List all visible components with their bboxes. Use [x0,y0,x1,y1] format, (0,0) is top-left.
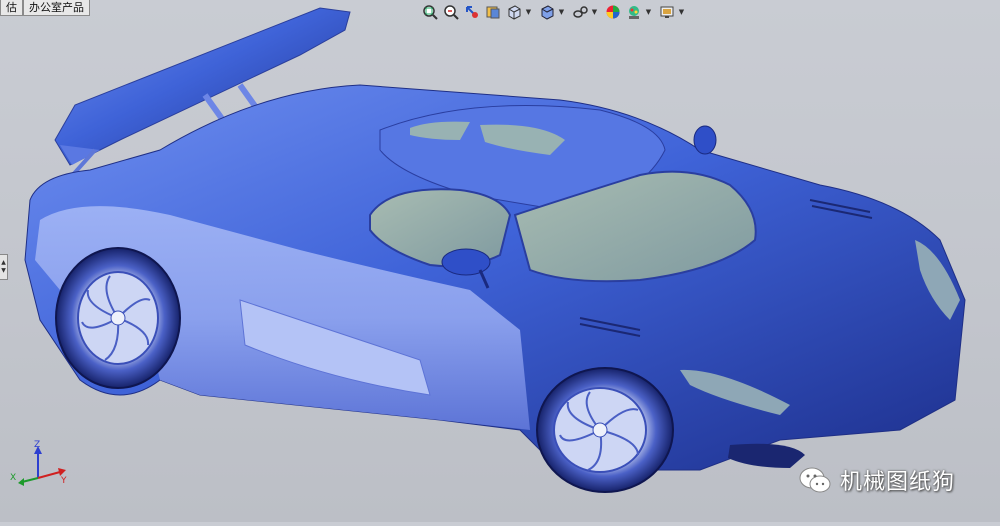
edit-appearance-icon[interactable] [603,3,622,22]
watermark-text: 机械图纸狗 [840,470,956,495]
chevron-up-icon: ▲ [1,259,6,266]
hide-show-items-icon[interactable] [570,3,589,22]
rear-wheel [55,247,181,389]
display-style-dropdown[interactable]: ▼ [558,3,565,22]
apply-scene-dropdown[interactable]: ▼ [645,3,652,22]
previous-view-icon[interactable] [462,3,481,22]
triad-x-label: X [10,473,16,483]
graphics-area[interactable] [0,0,1000,522]
document-tabs: 估 办公室产品 [0,0,90,16]
tab-estimate[interactable]: 估 [0,0,23,16]
triad-z-label: Z [34,440,40,450]
zoom-to-area-icon[interactable] [441,3,460,22]
car-model[interactable] [0,0,1000,522]
view-settings-dropdown[interactable]: ▼ [678,3,685,22]
chevron-down-icon: ▼ [1,267,6,274]
tab-office-products[interactable]: 办公室产品 [23,0,90,16]
front-wheel [536,367,674,493]
reference-triad: Z Y X [8,440,68,490]
wechat-icon [799,467,831,493]
zoom-to-fit-icon[interactable] [420,3,439,22]
triad-y-label: Y [60,476,67,486]
watermark: 机械图纸狗 [798,460,955,500]
panel-collapse-handle[interactable]: ▲ ▼ [0,254,8,280]
apply-scene-icon[interactable] [624,3,643,22]
side-mirror-left [441,248,491,276]
section-view-icon[interactable] [483,3,502,22]
view-orientation-icon[interactable] [504,3,523,22]
side-mirror-right [693,125,717,155]
view-orientation-dropdown[interactable]: ▼ [525,3,532,22]
hide-show-dropdown[interactable]: ▼ [591,3,598,22]
view-settings-icon[interactable] [657,3,676,22]
display-style-icon[interactable] [537,3,556,22]
heads-up-view-toolbar: ▼ ▼ ▼ ▼ ▼ [420,1,688,23]
front-grille [728,443,805,468]
